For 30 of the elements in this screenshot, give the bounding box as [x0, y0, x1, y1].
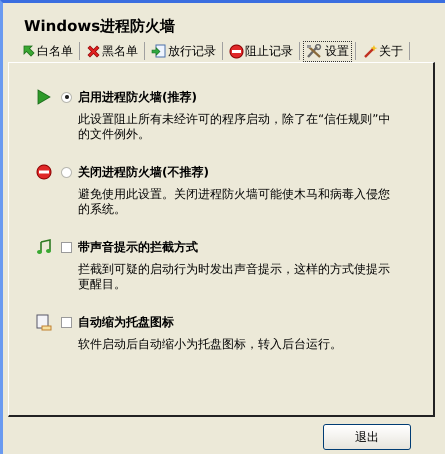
option-description: 软件启动后自动缩小为托盘图标，转入后台运行。 — [78, 337, 343, 352]
music-note-icon — [36, 239, 52, 255]
no-entry-icon — [229, 44, 244, 58]
option-description: 此设置阻止所有未经许可的程序启动，除了在“信任规则”中的文件例外。 — [78, 112, 392, 142]
tab[interactable]: 关于 — [359, 40, 406, 62]
tools-icon — [306, 44, 324, 58]
checkbox[interactable] — [61, 316, 72, 328]
option-label: 关闭进程防火墙(不推荐) — [78, 164, 209, 180]
option-label: 自动缩为托盘图标 — [78, 314, 174, 330]
cross-icon — [86, 44, 101, 58]
option-description: 拦截到可疑的启动行为时发出声音提示，这样的方式使提示更醒目。 — [78, 262, 391, 292]
play-icon — [37, 89, 51, 105]
arrow-icon — [22, 44, 36, 58]
option-label: 启用进程防火墙(推荐) — [78, 88, 197, 106]
tab[interactable]: 设置 — [303, 40, 352, 62]
tab[interactable]: 放行记录 — [148, 40, 219, 62]
tab[interactable]: 白名单 — [19, 40, 76, 62]
no-entry-icon — [36, 164, 52, 180]
window-title: Windows进程防火墙 — [24, 17, 176, 36]
radio-button[interactable] — [61, 166, 72, 178]
document-arrow-icon — [151, 44, 167, 58]
checkbox[interactable] — [61, 242, 72, 252]
tab[interactable]: 黑名单 — [83, 40, 141, 62]
option-description: 避免使用此设置。关闭进程防火墙可能使木马和病毒入侵您的系统。 — [78, 187, 391, 217]
tab[interactable]: 阻止记录 — [226, 40, 296, 62]
window-tray-icon — [36, 314, 52, 330]
exit-button[interactable]: 退出 — [323, 424, 411, 450]
radio-button[interactable] — [61, 92, 72, 102]
wand-icon — [362, 44, 378, 58]
option-label: 带声音提示的拦截方式 — [78, 238, 198, 256]
